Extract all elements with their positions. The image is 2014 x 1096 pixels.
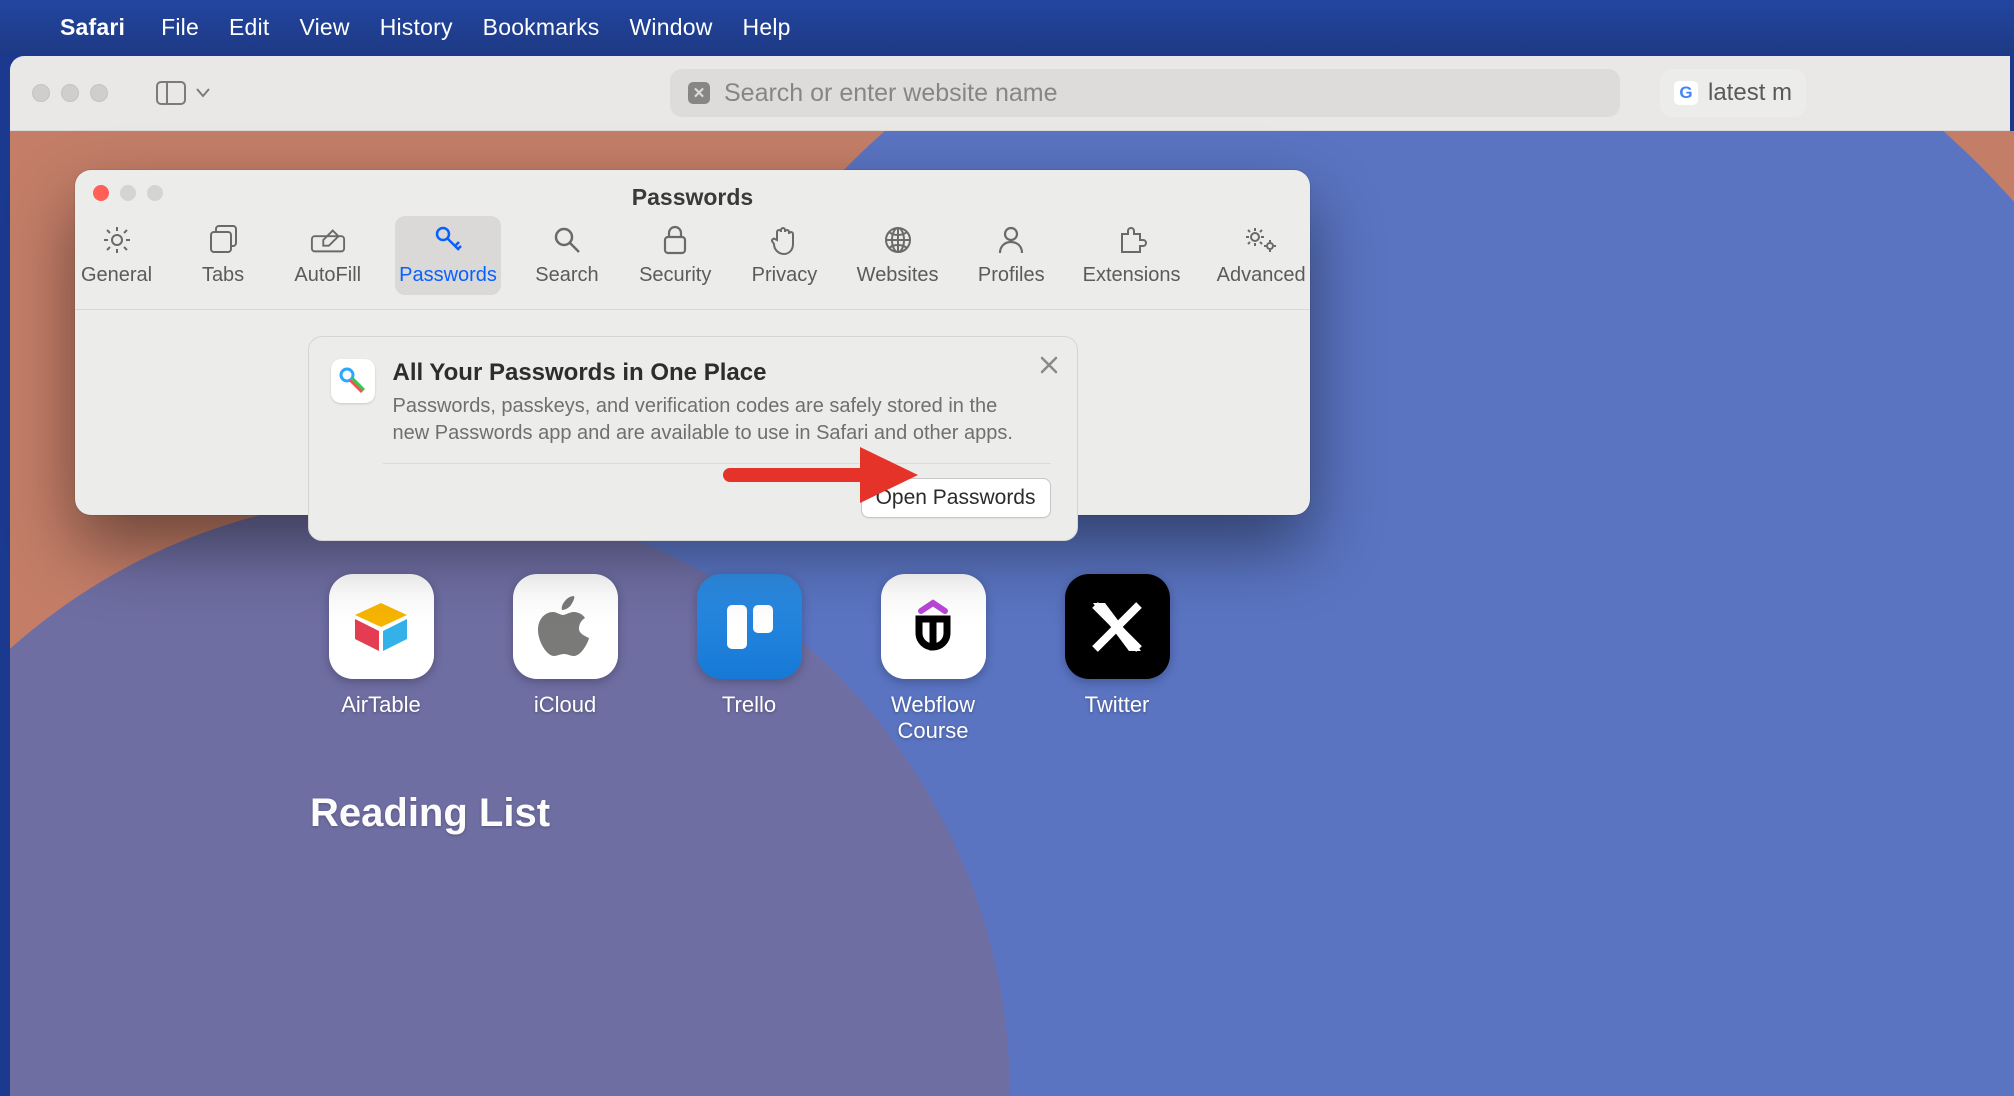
menubar-item-bookmarks[interactable]: Bookmarks (483, 14, 600, 41)
tab-label: Advanced (1217, 264, 1306, 287)
tab-extensions[interactable]: Extensions (1079, 216, 1184, 295)
globe-icon (880, 222, 916, 258)
pencil-field-icon (310, 222, 346, 258)
gears-icon (1243, 222, 1279, 258)
tab-security[interactable]: Security (633, 216, 717, 295)
settings-title: Passwords (75, 184, 1310, 211)
apple-icon (513, 574, 618, 679)
favorite-label: Twitter (1085, 692, 1150, 718)
tab-label: Privacy (752, 264, 818, 287)
tabs-icon (205, 222, 241, 258)
address-bar[interactable]: ✕ Search or enter website name (670, 69, 1620, 117)
tab-passwords[interactable]: Passwords (395, 216, 500, 295)
gear-icon (99, 222, 135, 258)
puzzle-icon (1114, 222, 1150, 258)
tab-label: Profiles (978, 264, 1045, 287)
close-icon (1039, 355, 1059, 375)
safari-settings-window: Passwords General Tabs AutoFill Password… (75, 170, 1310, 515)
menubar-item-history[interactable]: History (380, 14, 453, 41)
safari-window-controls (32, 84, 108, 102)
reading-list-heading: Reading List (310, 791, 550, 836)
tab-tabs[interactable]: Tabs (186, 216, 260, 295)
passwords-promo-card: All Your Passwords in One Place Password… (308, 336, 1078, 541)
tab-privacy[interactable]: Privacy (745, 216, 823, 295)
tab-label: Tabs (202, 264, 244, 287)
dismiss-card-button[interactable] (1039, 351, 1059, 382)
menubar-item-file[interactable]: File (161, 14, 199, 41)
safari-window: ✕ Search or enter website name G latest … (10, 56, 2010, 131)
favorite-label: iCloud (534, 692, 596, 718)
favorite-label: Webflow Course (862, 692, 1004, 744)
person-icon (993, 222, 1029, 258)
tab-advanced[interactable]: Advanced (1212, 216, 1310, 295)
google-favicon-icon: G (1674, 81, 1698, 105)
safari-toolbar: ✕ Search or enter website name G latest … (10, 56, 2010, 131)
menubar-item-help[interactable]: Help (743, 14, 791, 41)
x-twitter-icon (1065, 574, 1170, 679)
zoom-window-button[interactable] (90, 84, 108, 102)
sidebar-toggle[interactable] (156, 81, 210, 105)
menubar-app-name[interactable]: Safari (60, 14, 125, 41)
favorite-trello[interactable]: Trello (678, 574, 820, 744)
favorite-airtable[interactable]: AirTable (310, 574, 452, 744)
favorite-label: Trello (722, 692, 776, 718)
passwords-app-icon (331, 359, 375, 403)
favorite-icloud[interactable]: iCloud (494, 574, 636, 744)
tab-search[interactable]: Search (529, 216, 606, 295)
tab-label: Security (639, 264, 711, 287)
card-heading: All Your Passwords in One Place (393, 359, 1033, 387)
tab-profiles[interactable]: Profiles (972, 216, 1051, 295)
tracking-shield-icon: ✕ (688, 82, 710, 104)
key-icon (430, 222, 466, 258)
airtable-icon (329, 574, 434, 679)
hand-icon (766, 222, 802, 258)
open-passwords-button[interactable]: Open Passwords (861, 478, 1051, 518)
favorite-label: AirTable (341, 692, 420, 718)
menubar-item-view[interactable]: View (299, 14, 349, 41)
minimize-window-button[interactable] (61, 84, 79, 102)
card-body: Passwords, passkeys, and verification co… (393, 393, 1033, 447)
tab-label: Search (535, 264, 598, 287)
lock-icon (657, 222, 693, 258)
tab-autofill[interactable]: AutoFill (288, 216, 367, 295)
webflow-course-icon (881, 574, 986, 679)
trello-icon (697, 574, 802, 679)
passwords-panel: All Your Passwords in One Place Password… (75, 310, 1310, 541)
divider (383, 463, 1051, 464)
favorite-webflow[interactable]: Webflow Course (862, 574, 1004, 744)
chevron-down-icon (196, 88, 210, 98)
tab-label: latest m (1708, 79, 1792, 107)
tab-label: General (81, 264, 152, 287)
tab-google-search[interactable]: G latest m (1660, 69, 1806, 117)
tab-websites[interactable]: Websites (852, 216, 944, 295)
tab-general[interactable]: General (75, 216, 158, 295)
macos-menubar: Safari File Edit View History Bookmarks … (0, 0, 2014, 54)
tab-label: Websites (857, 264, 939, 287)
search-icon (549, 222, 585, 258)
settings-tabs: General Tabs AutoFill Passwords Search S… (75, 210, 1310, 310)
sidebar-icon (156, 81, 186, 105)
close-window-button[interactable] (32, 84, 50, 102)
favorite-twitter[interactable]: Twitter (1046, 574, 1188, 744)
menubar-item-window[interactable]: Window (630, 14, 713, 41)
menubar-item-edit[interactable]: Edit (229, 14, 269, 41)
address-placeholder: Search or enter website name (724, 79, 1058, 108)
tab-label: Extensions (1083, 264, 1181, 287)
tab-label: AutoFill (294, 264, 361, 287)
tab-label: Passwords (399, 264, 497, 287)
